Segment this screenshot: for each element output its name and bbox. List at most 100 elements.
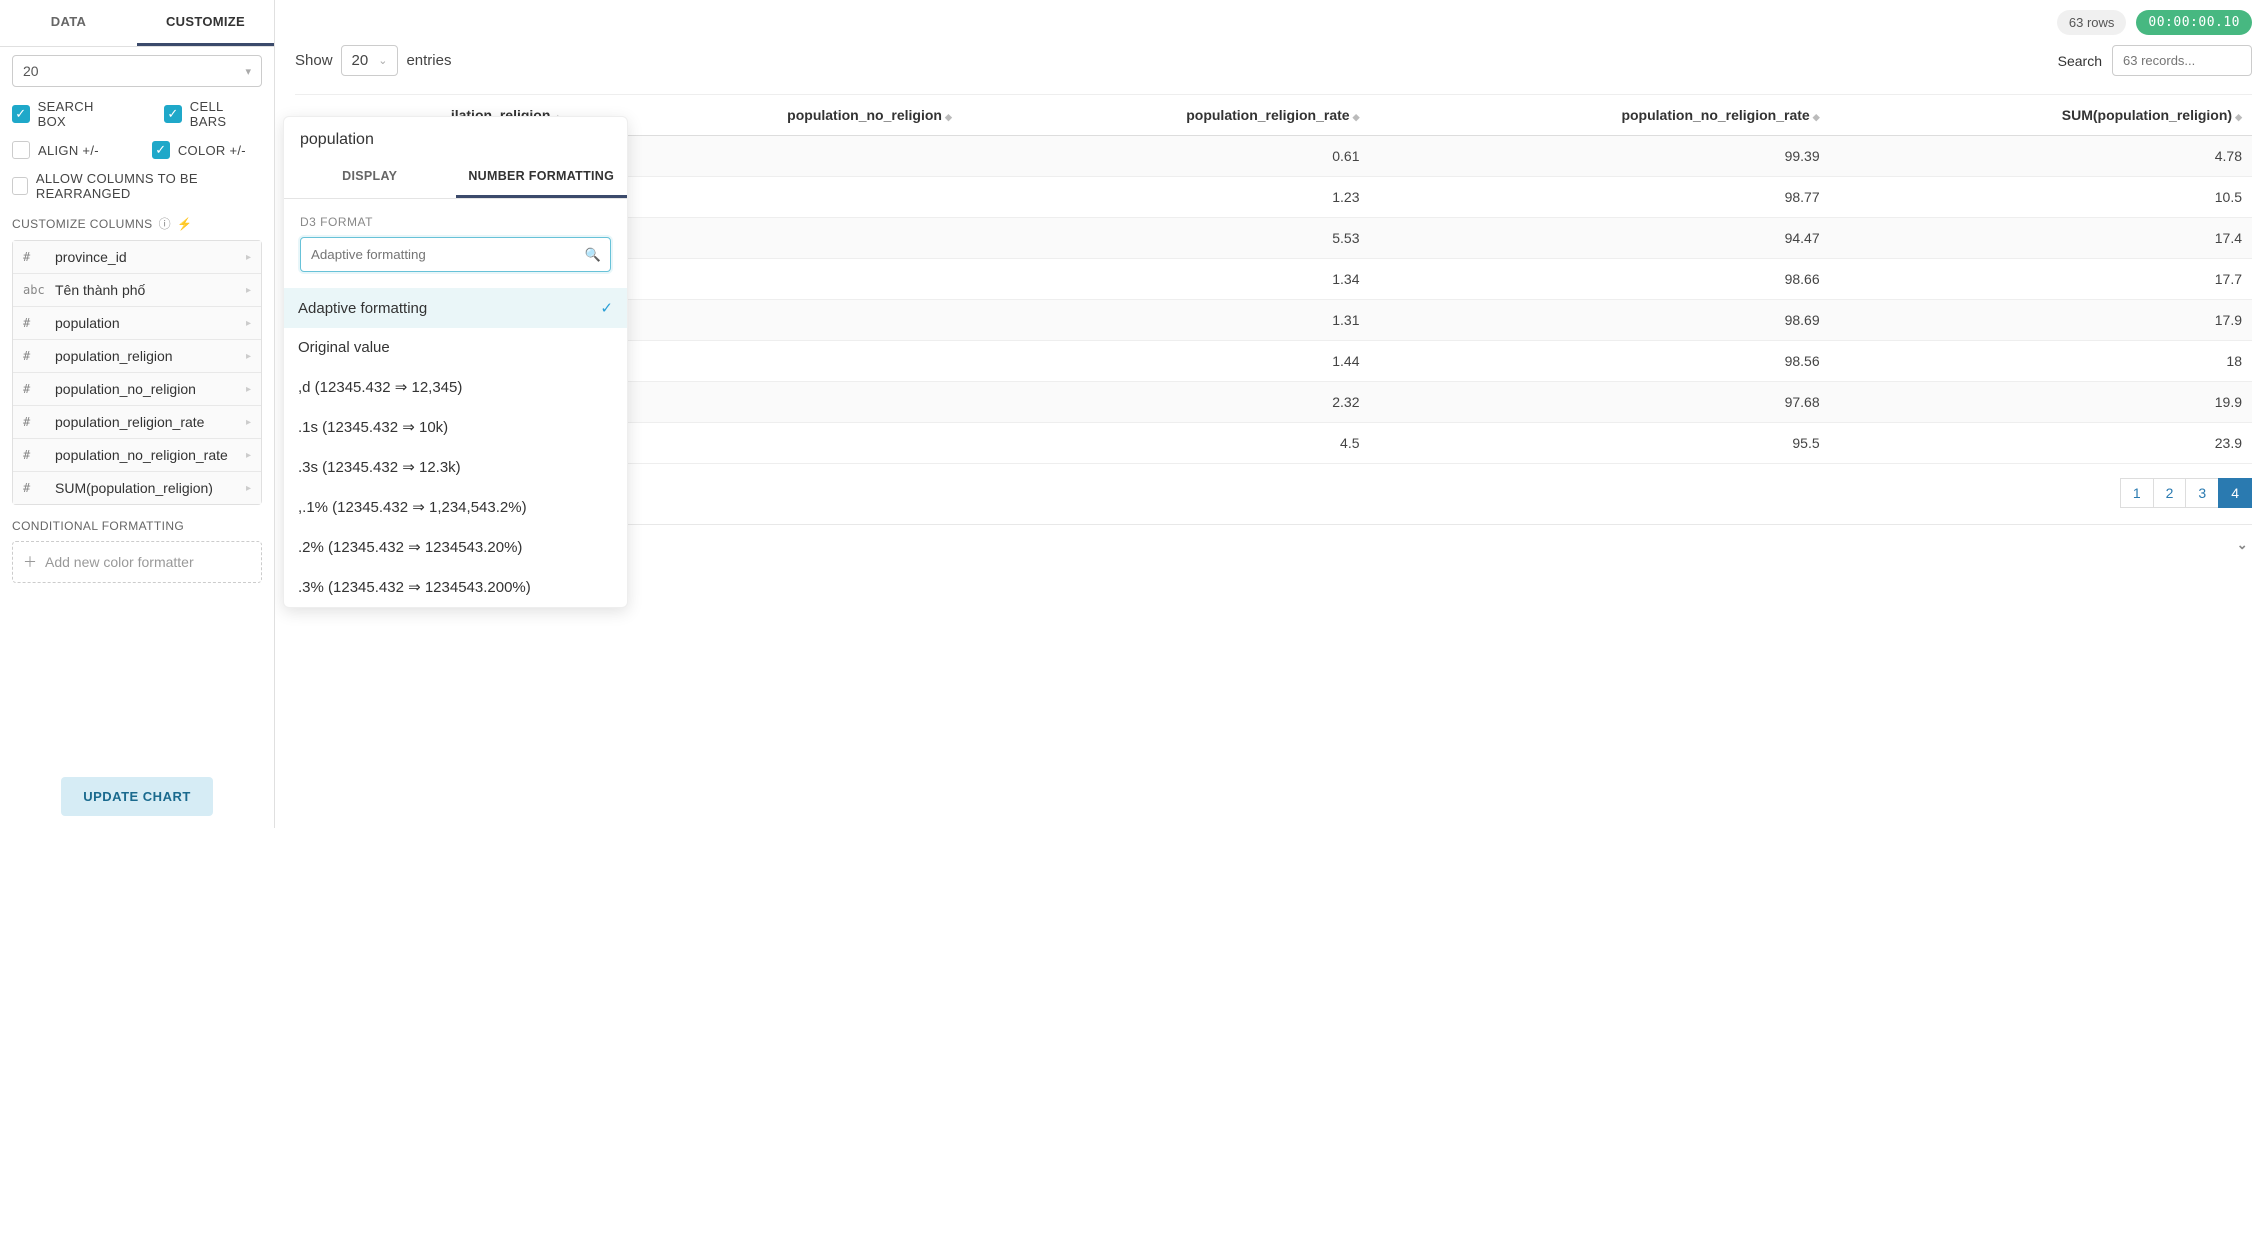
d3-format-input[interactable] xyxy=(300,237,611,272)
page-button[interactable]: 3 xyxy=(2185,478,2219,508)
page-button[interactable]: 4 xyxy=(2218,478,2252,508)
format-option-label: ,.1% (12345.432 ⇒ 1,234,543.2%) xyxy=(298,498,527,516)
column-item[interactable]: abc Tên thành phố ▸ xyxy=(13,274,261,307)
sort-icon: ◆ xyxy=(945,112,952,122)
label-color: COLOR +/- xyxy=(178,143,246,158)
column-item[interactable]: # population_no_religion ▸ xyxy=(13,373,261,406)
chevron-right-icon: ▸ xyxy=(246,384,251,395)
checkbox-cell-bars[interactable]: ✓ xyxy=(164,105,182,123)
sidebar: DATA CUSTOMIZE 20 ▾ ✓ SEARCH BOX ✓ CELL … xyxy=(0,0,275,828)
column-config-popover: population DISPLAY NUMBER FORMATTING D3 … xyxy=(283,116,628,608)
chevron-down-icon: ▾ xyxy=(245,65,251,78)
table-cell xyxy=(572,423,962,464)
table-cell: 99.39 xyxy=(1370,136,1830,177)
table-cell: 94.47 xyxy=(1370,218,1830,259)
tab-customize[interactable]: CUSTOMIZE xyxy=(137,0,274,46)
table-cell: 1.44 xyxy=(962,341,1370,382)
table-cell: 2.32 xyxy=(962,382,1370,423)
column-list: # province_id ▸abc Tên thành phố ▸# popu… xyxy=(12,240,262,505)
column-header[interactable]: population_no_religion_rate◆ xyxy=(1370,95,1830,136)
column-type-icon: # xyxy=(23,382,45,396)
page-size-value: 20 xyxy=(23,63,39,79)
table-cell: 23.9 xyxy=(1830,423,2252,464)
info-icon: ⓘ xyxy=(159,215,171,232)
tab-data[interactable]: DATA xyxy=(0,0,137,46)
format-option[interactable]: Original value xyxy=(284,328,627,367)
column-header[interactable]: population_religion_rate◆ xyxy=(962,95,1370,136)
rows-badge: 63 rows xyxy=(2057,10,2127,35)
timer-badge: 00:00:00.10 xyxy=(2136,10,2252,35)
format-option[interactable]: ,.1% (12345.432 ⇒ 1,234,543.2%) xyxy=(284,487,627,527)
column-item[interactable]: # population_no_religion_rate ▸ xyxy=(13,439,261,472)
table-cell: 97.68 xyxy=(1370,382,1830,423)
table-cell: 0.61 xyxy=(962,136,1370,177)
chevron-down-icon[interactable]: ⌄ xyxy=(2237,537,2248,553)
column-type-icon: # xyxy=(23,481,45,495)
table-cell: 1.31 xyxy=(962,300,1370,341)
checkbox-align[interactable] xyxy=(12,141,30,159)
page-size-select[interactable]: 20 ▾ xyxy=(12,55,262,87)
table-cell xyxy=(572,218,962,259)
format-option[interactable]: Adaptive formatting✓ xyxy=(284,288,627,328)
page-button[interactable]: 2 xyxy=(2153,478,2187,508)
format-option[interactable]: .2% (12345.432 ⇒ 1234543.20%) xyxy=(284,527,627,567)
column-name: population_no_religion xyxy=(55,381,236,397)
table-cell: 1.23 xyxy=(962,177,1370,218)
table-cell xyxy=(572,300,962,341)
chevron-right-icon: ▸ xyxy=(246,483,251,494)
checkbox-search-box[interactable]: ✓ xyxy=(12,105,30,123)
show-label: Show xyxy=(295,52,333,69)
table-cell: 19.9 xyxy=(1830,382,2252,423)
column-type-icon: # xyxy=(23,448,45,462)
table-cell xyxy=(572,177,962,218)
format-option[interactable]: ,d (12345.432 ⇒ 12,345) xyxy=(284,367,627,407)
column-item[interactable]: # province_id ▸ xyxy=(13,241,261,274)
entries-value: 20 xyxy=(352,52,369,69)
popover-tab-display[interactable]: DISPLAY xyxy=(284,157,456,198)
main-panel: 63 rows 00:00:00.10 Show 20 ⌄ entries Se… xyxy=(275,0,2268,828)
column-header[interactable]: population_no_religion◆ xyxy=(572,95,962,136)
popover-title: population xyxy=(284,117,627,157)
sort-icon: ◆ xyxy=(2235,112,2242,122)
column-item[interactable]: # population_religion_rate ▸ xyxy=(13,406,261,439)
chevron-down-icon: ⌄ xyxy=(378,54,387,67)
column-item[interactable]: # population_religion ▸ xyxy=(13,340,261,373)
plus-icon: ＋ xyxy=(23,552,37,572)
customize-columns-label: CUSTOMIZE COLUMNS xyxy=(12,217,153,231)
chevron-right-icon: ▸ xyxy=(246,252,251,263)
format-option-label: .3s (12345.432 ⇒ 12.3k) xyxy=(298,458,461,476)
table-cell: 98.56 xyxy=(1370,341,1830,382)
column-item[interactable]: # population ▸ xyxy=(13,307,261,340)
label-rearrange: ALLOW COLUMNS TO BE REARRANGED xyxy=(36,171,262,201)
chevron-right-icon: ▸ xyxy=(246,417,251,428)
add-color-formatter[interactable]: ＋ Add new color formatter xyxy=(12,541,262,583)
column-name: population_no_religion_rate xyxy=(55,447,236,463)
chevron-right-icon: ▸ xyxy=(246,318,251,329)
d3-format-dropdown: Adaptive formatting✓Original value ,d (12… xyxy=(284,288,627,607)
checkbox-rearrange[interactable] xyxy=(12,177,28,195)
page-button[interactable]: 1 xyxy=(2120,478,2154,508)
sort-icon: ◆ xyxy=(1813,112,1820,122)
column-name: population_religion_rate xyxy=(55,414,236,430)
column-item[interactable]: # SUM(population_religion) ▸ xyxy=(13,472,261,504)
entries-label: entries xyxy=(406,52,451,69)
column-name: SUM(population_religion) xyxy=(55,480,236,496)
format-option[interactable]: .1s (12345.432 ⇒ 10k) xyxy=(284,407,627,447)
checkbox-color[interactable]: ✓ xyxy=(152,141,170,159)
table-cell: 18 xyxy=(1830,341,2252,382)
entries-select[interactable]: 20 ⌄ xyxy=(341,45,399,76)
bolt-icon: ⚡ xyxy=(177,217,192,231)
format-option-label: .2% (12345.432 ⇒ 1234543.20%) xyxy=(298,538,522,556)
format-option[interactable]: .3s (12345.432 ⇒ 12.3k) xyxy=(284,447,627,487)
update-chart-button[interactable]: UPDATE CHART xyxy=(61,777,213,816)
column-name: population xyxy=(55,315,236,331)
popover-tab-number-formatting[interactable]: NUMBER FORMATTING xyxy=(456,157,628,198)
format-option[interactable]: .3% (12345.432 ⇒ 1234543.200%) xyxy=(284,567,627,607)
format-option-label: ,d (12345.432 ⇒ 12,345) xyxy=(298,378,462,396)
search-input[interactable] xyxy=(2112,45,2252,76)
table-cell: 95.5 xyxy=(1370,423,1830,464)
column-name: province_id xyxy=(55,249,236,265)
column-header[interactable]: SUM(population_religion)◆ xyxy=(1830,95,2252,136)
label-search-box: SEARCH BOX xyxy=(38,99,124,129)
check-icon: ✓ xyxy=(600,299,613,317)
